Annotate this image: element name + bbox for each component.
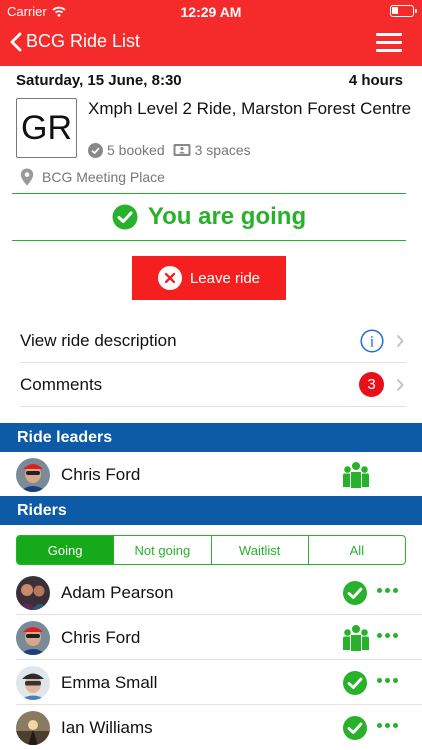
back-label: BCG Ride List	[26, 31, 141, 51]
close-circle-icon	[157, 266, 182, 290]
meeting-place[interactable]: BCG Meeting Place	[20, 168, 165, 186]
rider-name: Chris Ford	[61, 627, 141, 647]
ride-date: Saturday, 15 June, 8:30	[16, 72, 182, 89]
rider-row[interactable]: Adam Pearson	[0, 570, 422, 615]
nav-bar: BCG Ride List	[0, 22, 422, 66]
booked-label: 5 booked	[107, 142, 165, 158]
view-description-row[interactable]: View ride description i	[20, 319, 406, 363]
status-bar: Carrier 12:29 AM	[0, 0, 422, 22]
navigation-header: Carrier 12:29 AM BCG Ride List	[0, 0, 422, 66]
rider-name: Ian Williams	[61, 717, 153, 737]
comments-count-badge: 3	[359, 372, 384, 397]
more-options-icon[interactable]	[377, 633, 398, 638]
group-icon	[343, 624, 369, 651]
check-circle-icon	[343, 715, 367, 740]
ride-duration: 4 hours	[348, 72, 403, 89]
booked-count: 5 booked	[88, 142, 165, 158]
going-status-text: You are going	[147, 203, 307, 230]
rider-filter-segmented-control: Going Not going Waitlist All	[16, 535, 406, 565]
seats-icon	[173, 144, 191, 156]
avatar	[16, 710, 50, 745]
spaces-count: 3 spaces	[173, 142, 251, 158]
chevron-right-icon	[396, 378, 404, 391]
tab-all[interactable]: All	[307, 536, 405, 564]
group-icon	[343, 461, 369, 488]
battery-icon	[390, 5, 417, 17]
meeting-place-label: BCG Meeting Place	[42, 169, 165, 185]
leave-ride-button[interactable]: Leave ride	[132, 256, 286, 300]
more-options-icon[interactable]	[377, 678, 398, 683]
leave-ride-label: Leave ride	[189, 269, 261, 287]
ride-leaders-header: Ride leaders	[0, 423, 422, 452]
chevron-left-icon	[10, 32, 22, 51]
check-circle-icon	[343, 670, 367, 695]
riders-header: Riders	[0, 496, 422, 525]
map-pin-icon	[20, 168, 34, 186]
group-code-badge: GR	[16, 98, 77, 158]
hamburger-menu-icon[interactable]	[376, 33, 402, 53]
rider-row[interactable]: Ian Williams	[0, 705, 422, 750]
tab-going[interactable]: Going	[17, 536, 114, 564]
comments-label: Comments	[20, 374, 103, 394]
rider-name: Emma Small	[61, 672, 158, 692]
avatar	[16, 665, 50, 700]
rider-row[interactable]: Emma Small	[0, 660, 422, 705]
spaces-label: 3 spaces	[194, 142, 251, 158]
going-status-banner: You are going	[12, 193, 406, 241]
avatar	[16, 457, 50, 492]
info-icon: i	[360, 328, 384, 353]
check-circle-icon	[112, 204, 138, 230]
svg-text:i: i	[370, 333, 375, 350]
comments-row[interactable]: Comments 3	[20, 363, 406, 407]
ride-date-row: Saturday, 15 June, 8:30 4 hours	[16, 72, 403, 89]
chevron-right-icon	[396, 334, 404, 347]
rider-name: Adam Pearson	[61, 582, 174, 602]
ride-stats: 5 booked 3 spaces	[88, 142, 259, 158]
clock: 12:29 AM	[180, 4, 242, 20]
tab-not-going[interactable]: Not going	[113, 536, 210, 564]
more-options-icon[interactable]	[377, 723, 398, 728]
avatar	[16, 575, 50, 610]
check-circle-icon	[88, 142, 103, 158]
more-options-icon[interactable]	[377, 588, 398, 593]
tab-waitlist[interactable]: Waitlist	[210, 536, 308, 564]
back-button[interactable]: BCG Ride List	[10, 31, 140, 52]
leader-row[interactable]: Chris Ford	[0, 452, 422, 497]
leader-name: Chris Ford	[61, 464, 141, 484]
check-circle-icon	[343, 580, 367, 605]
view-description-label: View ride description	[20, 330, 177, 350]
avatar	[16, 620, 50, 655]
ride-title: Xmph Level 2 Ride, Marston Forest Centre	[88, 99, 412, 118]
rider-row[interactable]: Chris Ford	[0, 615, 422, 660]
